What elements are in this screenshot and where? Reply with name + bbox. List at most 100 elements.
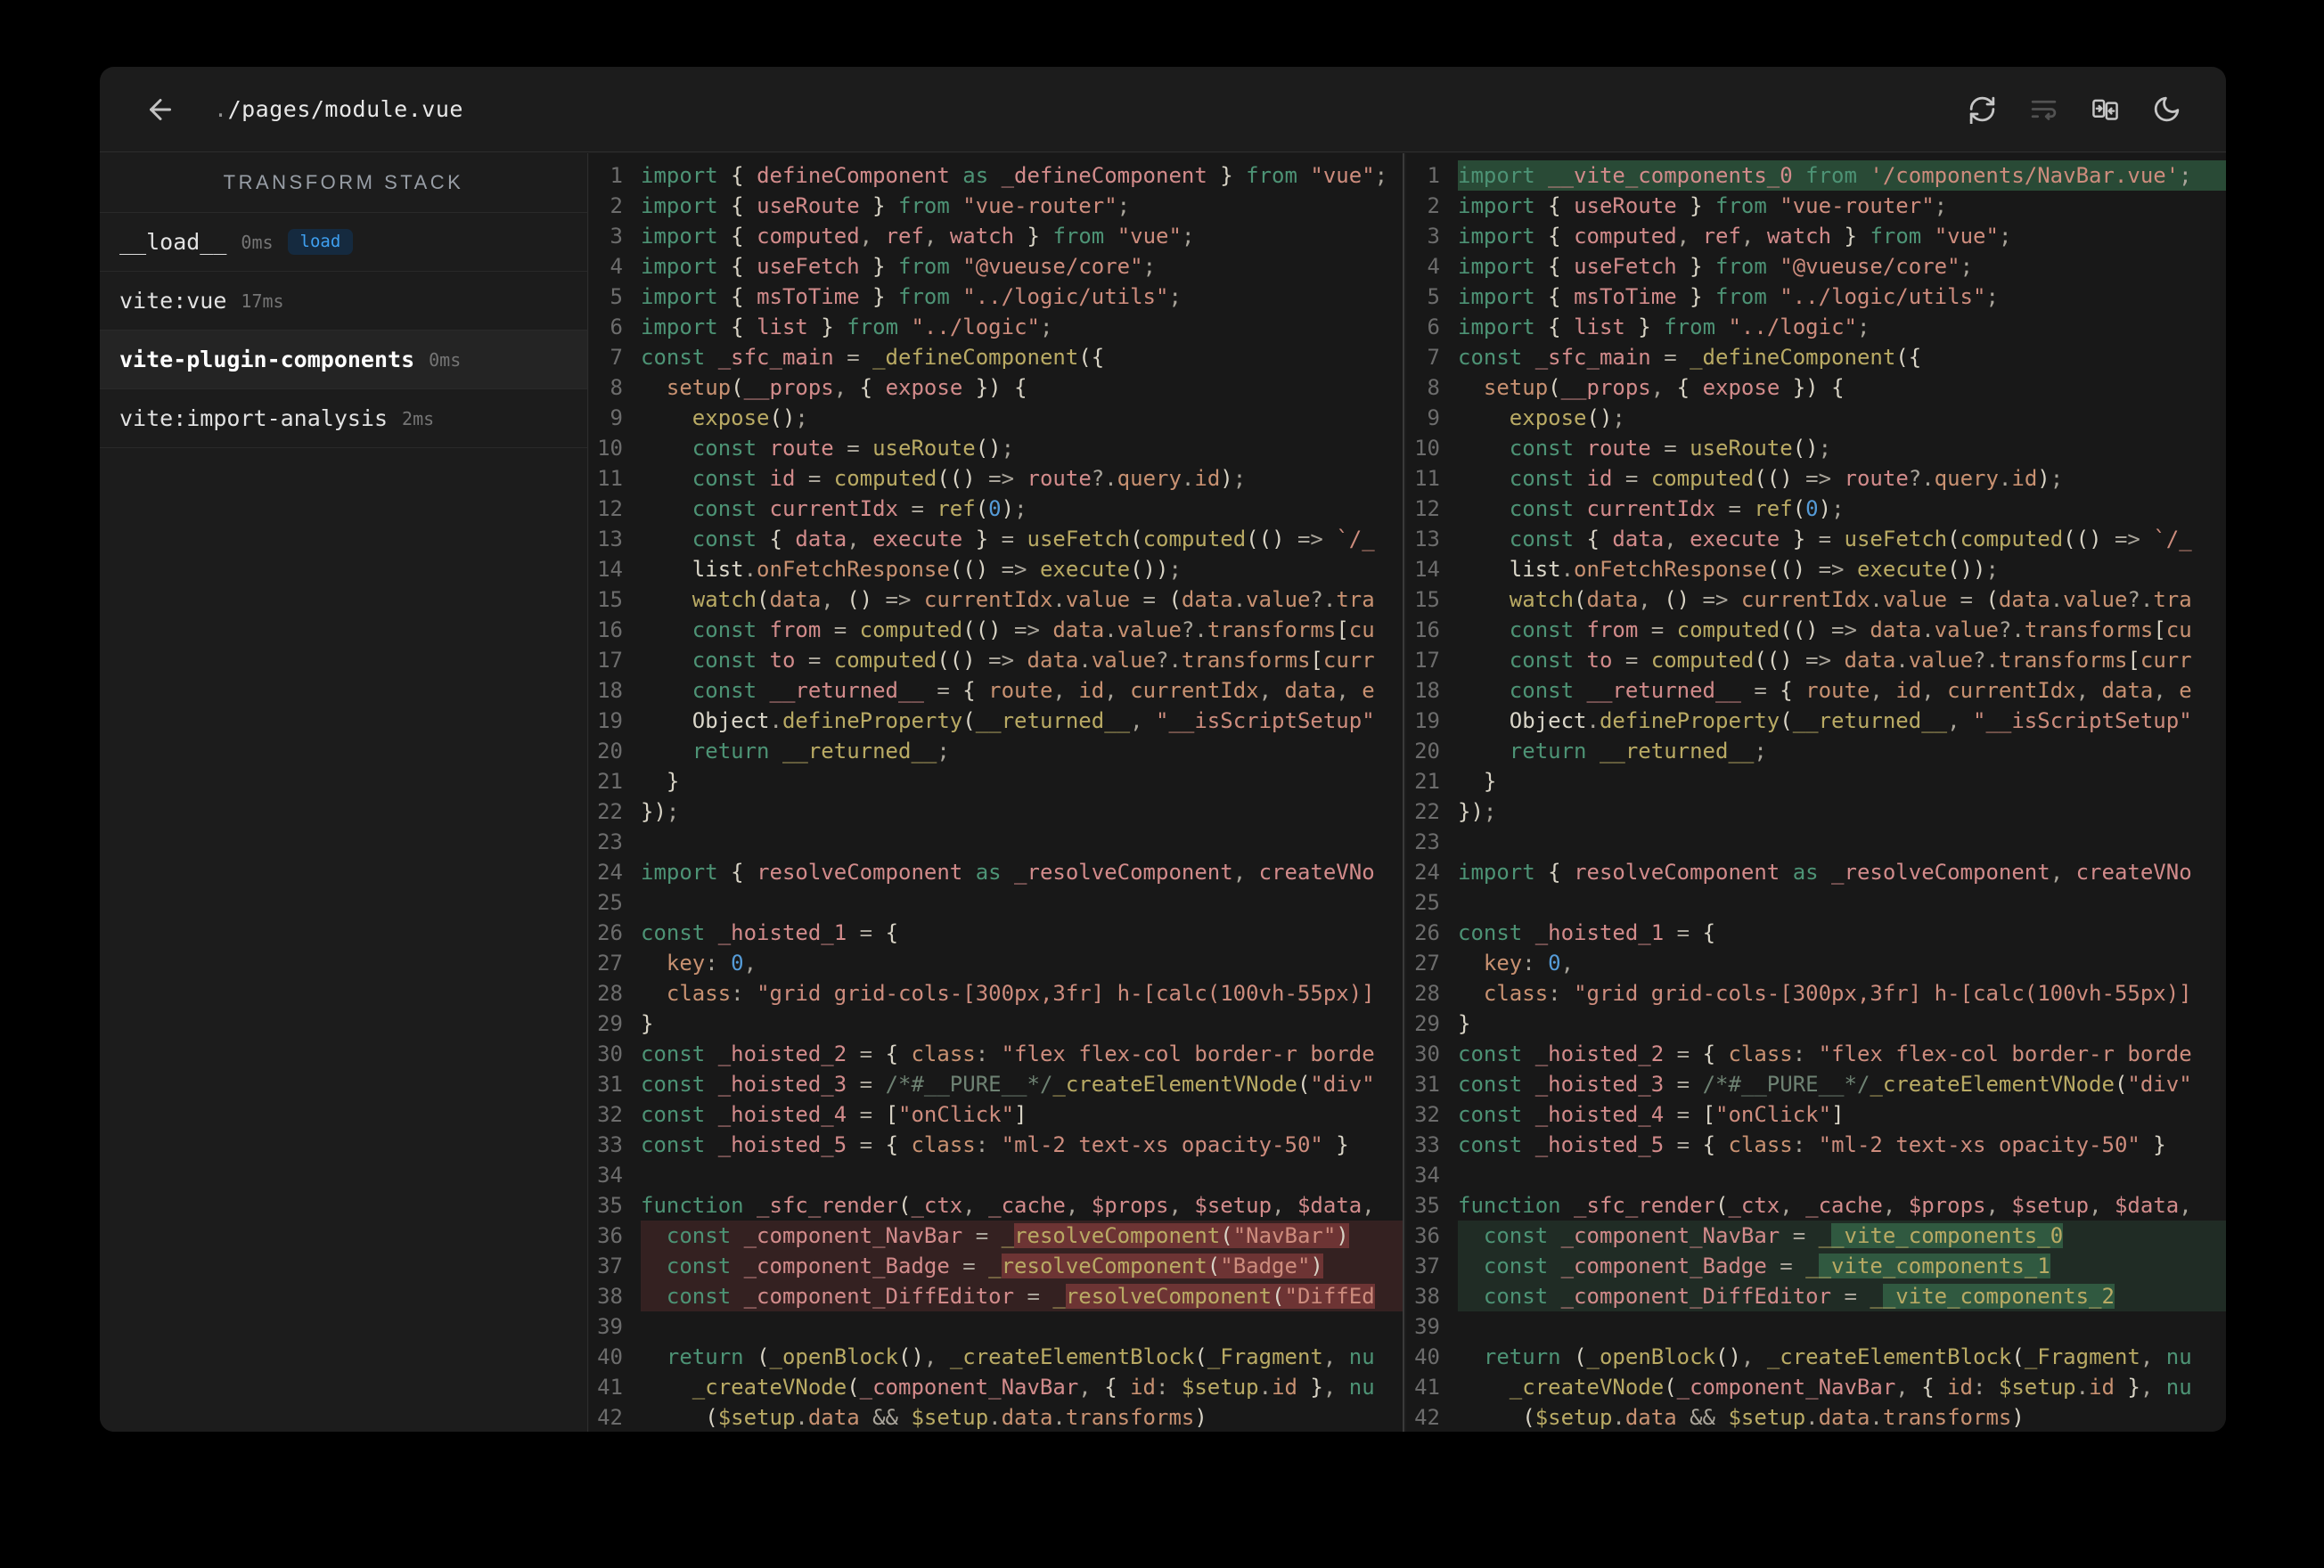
line-number: 20 <box>597 739 623 764</box>
diff-pane-after[interactable]: 1 import __vite_components_0 from '/compo… <box>1406 153 2226 1432</box>
code-text: import { useRoute } from "vue-router"; <box>1458 193 1948 218</box>
line-number: 2 <box>610 193 623 218</box>
line-number: 22 <box>597 799 623 824</box>
code-text: const _hoisted_2 = { class: "flex flex-c… <box>641 1041 1375 1066</box>
code-line: 32 const _hoisted_4 = ["onClick"] <box>589 1099 1403 1130</box>
code-text: function _sfc_render(_ctx, _cache, $prop… <box>641 1193 1375 1218</box>
line-number: 30 <box>597 1041 623 1066</box>
code-text-added: const _component_Badge = __vite_componen… <box>1458 1251 2226 1281</box>
code-line: 19 Object.defineProperty(__returned__, "… <box>1406 706 2226 736</box>
line-number: 33 <box>597 1132 623 1157</box>
line-number: 1 <box>610 163 623 188</box>
code-text: import { msToTime } from "../logic/utils… <box>641 284 1182 309</box>
line-number: 32 <box>1414 1102 1440 1127</box>
line-number: 16 <box>597 617 623 642</box>
code-line: 34 <box>1406 1160 2226 1190</box>
line-number: 19 <box>1414 708 1440 733</box>
code-text: setup(__props, { expose }) { <box>1483 375 1845 400</box>
code-line: 22}); <box>1406 796 2226 827</box>
code-line: 38 const _component_DiffEditor = __vite_… <box>1406 1281 2226 1311</box>
line-number: 9 <box>610 405 623 430</box>
line-number: 9 <box>1427 405 1440 430</box>
line-number: 5 <box>610 284 623 309</box>
sidebar-item-load[interactable]: __load__ 0ms load <box>100 213 587 272</box>
sidebar-item-vite-vue[interactable]: vite:vue 17ms <box>100 272 587 331</box>
moon-icon[interactable] <box>2152 94 2181 124</box>
sidebar-item-vite-plugin-components[interactable]: vite-plugin-components 0ms <box>100 331 587 389</box>
line-number: 11 <box>1414 466 1440 491</box>
code-line: 15 watch(data, () => currentIdx.value = … <box>1406 584 2226 615</box>
code-text: ($setup.data && $setup.data.transforms) <box>705 1405 1207 1430</box>
line-number: 38 <box>597 1284 623 1309</box>
line-number: 27 <box>1414 951 1440 976</box>
line-number: 23 <box>597 829 623 854</box>
code-line: 22}); <box>589 796 1403 827</box>
line-number: 12 <box>1414 496 1440 521</box>
code-line: 37 const _component_Badge = _resolveComp… <box>589 1251 1403 1281</box>
line-number: 20 <box>1414 739 1440 764</box>
file-title-path: /pages/module.vue <box>227 96 463 122</box>
line-number: 24 <box>597 860 623 885</box>
code-text: const id = computed(() => route?.query.i… <box>1509 466 2064 491</box>
line-number: 29 <box>1414 1011 1440 1036</box>
code-line: 1 import __vite_components_0 from '/compo… <box>1406 160 2226 191</box>
line-number: 35 <box>1414 1193 1440 1218</box>
code-text: const _hoisted_4 = ["onClick"] <box>1458 1102 1845 1127</box>
code-text: } <box>641 1011 654 1036</box>
line-number: 36 <box>1414 1223 1440 1248</box>
code-text: import { msToTime } from "../logic/utils… <box>1458 284 1999 309</box>
code-text: const _hoisted_5 = { class: "ml-2 text-x… <box>1458 1132 2166 1157</box>
code-text: watch(data, () => currentIdx.value = (da… <box>691 587 1375 612</box>
code-text: const _hoisted_1 = { <box>641 920 899 945</box>
refresh-icon[interactable] <box>1968 94 1997 124</box>
code-line: 5 import { msToTime } from "../logic/util… <box>1406 282 2226 312</box>
line-number: 5 <box>1427 284 1440 309</box>
code-text-removed: const _component_Badge = _resolveCompone… <box>641 1251 1403 1281</box>
code-text: import { computed, ref, watch } from "vu… <box>641 224 1195 249</box>
code-text: const __returned__ = { route, id, curren… <box>1509 678 2192 703</box>
code-text: } <box>1483 769 1497 794</box>
line-number: 34 <box>1414 1163 1440 1188</box>
back-button[interactable] <box>144 94 176 126</box>
code-line: 12 const currentIdx = ref(0); <box>1406 494 2226 524</box>
code-line: 10 const route = useRoute(); <box>1406 433 2226 463</box>
compare-panels-icon[interactable] <box>2091 94 2120 124</box>
code-line: 16 const from = computed(() => data.valu… <box>589 615 1403 645</box>
code-line: 40 return (_openBlock(), _createElementB… <box>1406 1342 2226 1372</box>
code-line: 28 class: "grid grid-cols-[300px,3fr] h-… <box>1406 978 2226 1009</box>
code-text: const _hoisted_3 = /*#__PURE__*/_createE… <box>1458 1072 2192 1097</box>
line-wrap-icon[interactable] <box>2029 94 2058 124</box>
code-line: 16 const from = computed(() => data.valu… <box>1406 615 2226 645</box>
code-line: 9 expose(); <box>589 403 1403 433</box>
code-line: 18 const __returned__ = { route, id, cur… <box>1406 675 2226 706</box>
code-line: 36 const _component_NavBar = _resolveCom… <box>589 1221 1403 1251</box>
line-number: 8 <box>610 375 623 400</box>
line-number: 33 <box>1414 1132 1440 1157</box>
code-line: 27 key: 0, <box>1406 948 2226 978</box>
diff-pane-before[interactable]: 1 import { defineComponent as _defineComp… <box>589 153 1404 1432</box>
code-line: 33 const _hoisted_5 = { class: "ml-2 text… <box>589 1130 1403 1160</box>
line-number: 30 <box>1414 1041 1440 1066</box>
line-number: 11 <box>597 466 623 491</box>
line-number: 36 <box>597 1223 623 1248</box>
sidebar-title: TRANSFORM STACK <box>100 153 587 213</box>
line-number: 13 <box>597 527 623 551</box>
sidebar-item-vite-import-analysis[interactable]: vite:import-analysis 2ms <box>100 389 587 448</box>
code-line: 29} <box>1406 1009 2226 1039</box>
code-line: 26 const _hoisted_1 = { <box>589 918 1403 948</box>
code-line: 42 ($setup.data && $setup.data.transform… <box>589 1402 1403 1432</box>
code-line: 39 <box>589 1311 1403 1342</box>
code-text: }); <box>641 799 680 824</box>
code-text: const _hoisted_2 = { class: "flex flex-c… <box>1458 1041 2192 1066</box>
code-line: 31 const _hoisted_3 = /*#__PURE__*/_creat… <box>1406 1069 2226 1099</box>
line-number: 35 <box>597 1193 623 1218</box>
file-title-dot: . <box>214 96 228 122</box>
line-number: 37 <box>1414 1254 1440 1278</box>
line-number: 41 <box>597 1375 623 1400</box>
line-number: 17 <box>597 648 623 673</box>
code-text: const _sfc_main = _defineComponent({ <box>1458 345 1922 370</box>
transform-stack-sidebar: TRANSFORM STACK __load__ 0ms load vite:v… <box>100 153 588 1432</box>
code-line: 29} <box>589 1009 1403 1039</box>
code-text: _createVNode(_component_NavBar, { id: $s… <box>691 1375 1375 1400</box>
code-line: 3 import { computed, ref, watch } from "v… <box>589 221 1403 251</box>
